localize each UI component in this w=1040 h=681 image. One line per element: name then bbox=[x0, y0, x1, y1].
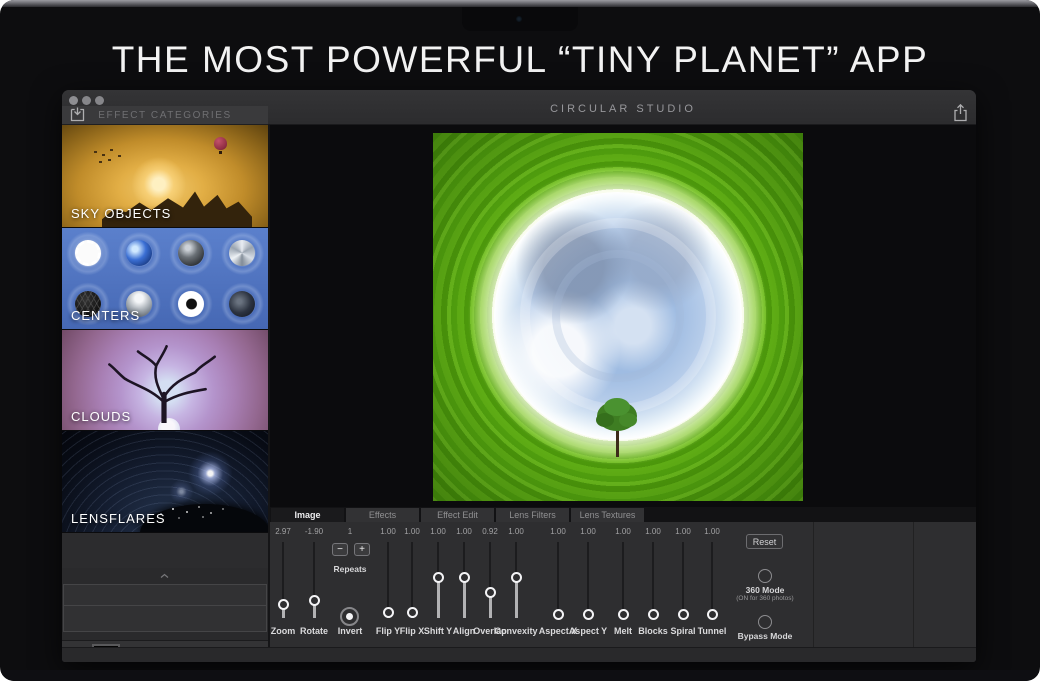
share-button[interactable] bbox=[953, 104, 968, 125]
panel-tabbar: Image PropertiesEffectsEffect EditLens F… bbox=[270, 507, 976, 522]
effect-slot-row[interactable] bbox=[63, 606, 267, 632]
window-status-strip bbox=[62, 647, 976, 662]
bypass-mode-toggle[interactable] bbox=[758, 615, 772, 629]
category-label: CENTERS bbox=[71, 308, 140, 323]
category-list: SKY OBJECTS CENTERS CLOUDS LENSFLARES bbox=[62, 125, 268, 533]
slider-knob[interactable] bbox=[648, 609, 659, 620]
center-thumb bbox=[217, 228, 269, 279]
app-window: CIRCULAR STUDIO EFFECT CATEGORIES bbox=[62, 90, 976, 662]
tab-effects[interactable]: Effects bbox=[346, 508, 419, 522]
app-title: CIRCULAR STUDIO bbox=[270, 103, 976, 115]
laptop-base bbox=[0, 670, 1040, 681]
repeats-minus-button[interactable]: − bbox=[332, 543, 348, 556]
minimize-button[interactable] bbox=[82, 96, 91, 105]
lens-flare-sparks bbox=[172, 508, 174, 510]
slider-knob[interactable] bbox=[278, 599, 289, 610]
panel-divider bbox=[913, 522, 914, 647]
tab-lens-filters[interactable]: Lens Filters bbox=[496, 508, 569, 522]
center-thumb bbox=[165, 279, 217, 330]
invert-label: Invert bbox=[328, 626, 372, 636]
category-lensflares[interactable]: LENSFLARES bbox=[62, 431, 268, 533]
tiny-planet-image[interactable] bbox=[433, 133, 803, 501]
mode-360-subtitle: (ON for 360 photos) bbox=[725, 595, 805, 602]
center-thumb bbox=[165, 228, 217, 279]
center-thumb bbox=[217, 279, 269, 330]
category-label: SKY OBJECTS bbox=[71, 206, 171, 221]
tab-lens-textures[interactable]: Lens Textures bbox=[571, 508, 644, 522]
reset-button[interactable]: Reset bbox=[746, 534, 783, 549]
tab-image-properties[interactable]: Image Properties bbox=[271, 508, 344, 522]
slider-track[interactable] bbox=[682, 542, 684, 618]
camera-icon bbox=[516, 16, 522, 22]
tab-effect-edit[interactable]: Effect Edit bbox=[421, 508, 494, 522]
effect-stack-list bbox=[62, 568, 268, 640]
chevron-up-icon[interactable] bbox=[160, 571, 170, 581]
slider-track[interactable] bbox=[557, 542, 559, 618]
slider-knob[interactable] bbox=[309, 595, 320, 606]
category-clouds[interactable]: CLOUDS bbox=[62, 330, 268, 431]
birds bbox=[94, 151, 97, 153]
slider-track[interactable] bbox=[622, 542, 624, 618]
panel-divider bbox=[813, 522, 814, 647]
slider-knob[interactable] bbox=[618, 609, 629, 620]
effect-categories-sidebar: SKY OBJECTSCENTERSCLOUDSLENSFLARES Image… bbox=[62, 125, 268, 647]
slider-value: 1.00 bbox=[494, 527, 538, 536]
laptop-screen: THE MOST POWERFUL “TINY PLANET” APP CIRC… bbox=[0, 0, 1040, 681]
image-properties-panel: 2.97Zoom-1.90Rotate1.00Flip Y1.00Flip X1… bbox=[270, 522, 976, 647]
sidebar-header-label: EFFECT CATEGORIES bbox=[62, 110, 268, 121]
center-thumb bbox=[114, 228, 166, 279]
editor-canvas[interactable] bbox=[270, 125, 976, 507]
slider-value: 1.00 bbox=[690, 527, 734, 536]
zoom-window-button[interactable] bbox=[95, 96, 104, 105]
category-label: LENSFLARES bbox=[71, 511, 166, 526]
slider-knob[interactable] bbox=[511, 572, 522, 583]
slider-fill bbox=[515, 578, 518, 618]
slider-track[interactable] bbox=[711, 542, 713, 618]
category-label: CLOUDS bbox=[71, 409, 131, 424]
slider-knob[interactable] bbox=[707, 609, 718, 620]
category-centers[interactable]: CENTERS bbox=[62, 228, 268, 330]
close-button[interactable] bbox=[69, 96, 78, 105]
slider-track[interactable] bbox=[652, 542, 654, 618]
repeats-label: Repeats bbox=[322, 564, 378, 574]
effect-slot-row[interactable] bbox=[63, 584, 267, 606]
laptop-lid-edge bbox=[0, 0, 1040, 7]
import-button[interactable] bbox=[70, 106, 85, 125]
slider-knob[interactable] bbox=[678, 609, 689, 620]
tree-image bbox=[591, 389, 643, 464]
share-icon bbox=[953, 110, 968, 125]
titlebar: CIRCULAR STUDIO EFFECT CATEGORIES bbox=[62, 90, 976, 125]
slider-tunnel[interactable]: 1.00Tunnel bbox=[690, 522, 734, 647]
category-sky-objects[interactable]: SKY OBJECTS bbox=[62, 125, 268, 228]
cloud-swirl-ring bbox=[552, 250, 684, 382]
slider-fill bbox=[463, 578, 466, 618]
slider-fill bbox=[437, 578, 440, 618]
sidebar-header: EFFECT CATEGORIES bbox=[62, 106, 268, 125]
import-icon bbox=[70, 110, 85, 125]
invert-radio-dot bbox=[346, 613, 353, 620]
balloon-icon bbox=[214, 137, 227, 150]
hero-headline: THE MOST POWERFUL “TINY PLANET” APP bbox=[0, 39, 1040, 81]
mode-360-toggle[interactable] bbox=[758, 569, 772, 583]
repeats-value: 1 bbox=[328, 527, 372, 536]
slider-knob[interactable] bbox=[553, 609, 564, 620]
invert-radio[interactable] bbox=[340, 607, 359, 626]
repeats-plus-button[interactable]: + bbox=[354, 543, 370, 556]
mode-360-label: 360 Mode bbox=[735, 585, 795, 595]
slider-track[interactable] bbox=[587, 542, 589, 618]
bypass-mode-label: Bypass Mode bbox=[730, 631, 800, 641]
slider-knob[interactable] bbox=[583, 609, 594, 620]
center-thumb bbox=[62, 228, 114, 279]
